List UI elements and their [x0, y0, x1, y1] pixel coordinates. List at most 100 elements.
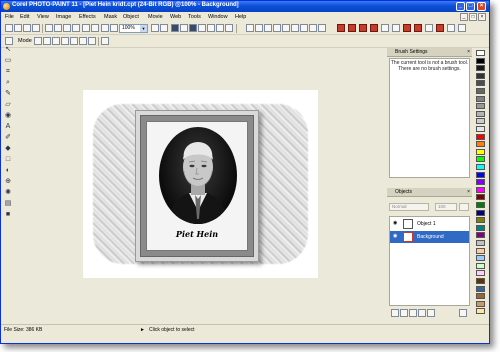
palette-swatch[interactable] [476, 141, 485, 148]
eyedropper-icon[interactable]: ✎ [4, 90, 12, 98]
doc-close-button[interactable]: × [478, 13, 486, 21]
close-icon[interactable]: × [467, 188, 470, 196]
palette-swatch[interactable] [476, 133, 485, 140]
menu-mask[interactable]: Mask [104, 14, 117, 20]
property-tool-icon[interactable] [5, 37, 13, 45]
brush-red-icon[interactable] [348, 24, 356, 32]
new-object-icon[interactable] [391, 309, 399, 317]
clip-mask-icon[interactable] [418, 309, 426, 317]
palette-swatch[interactable] [476, 65, 485, 72]
palette-swatch[interactable] [476, 300, 485, 307]
palette-swatch[interactable] [476, 240, 485, 246]
export-icon[interactable] [110, 24, 118, 32]
skew-icon[interactable] [61, 37, 69, 45]
rotate-icon[interactable] [43, 37, 51, 45]
save-icon[interactable] [23, 24, 31, 32]
palette-swatch[interactable] [476, 270, 485, 277]
paste-as-object-icon[interactable] [72, 24, 80, 32]
objects-list[interactable]: ◉ Object 1 ◉ Background [389, 216, 470, 306]
opacity-field[interactable]: 100 [435, 203, 457, 211]
zoom-icon[interactable]: ⌕ [4, 79, 12, 87]
toolbox-icon-9[interactable] [318, 24, 326, 32]
palette-swatch[interactable] [476, 148, 485, 155]
palette-swatch[interactable] [476, 217, 485, 224]
cut-icon[interactable] [45, 24, 53, 32]
eye-icon[interactable]: ◉ [393, 221, 399, 226]
color-swatch-icon[interactable]: ■ [4, 211, 12, 219]
palette-swatch[interactable] [476, 103, 485, 110]
paint-icon[interactable]: ✐ [4, 134, 12, 142]
lock-icon[interactable] [459, 203, 469, 211]
title-bar[interactable]: Corel PHOTO-PAINT 11 - [Piet Hein kridt.… [1, 1, 489, 12]
zoom-100-icon[interactable] [151, 24, 159, 32]
document-workspace[interactable]: Piet Hein [15, 48, 387, 322]
new-lens-icon[interactable] [400, 309, 408, 317]
palette-swatch[interactable] [476, 202, 485, 208]
delete-object-icon[interactable] [459, 309, 467, 317]
eraser-icon[interactable]: ▱ [4, 101, 12, 109]
application-launcher-icon[interactable] [225, 24, 233, 32]
interactive-fill-icon[interactable]: ▤ [4, 200, 12, 208]
lens-icon[interactable] [198, 24, 206, 32]
image-canvas[interactable]: Piet Hein [83, 90, 318, 278]
shape-icon[interactable]: □ [4, 156, 12, 164]
palette-swatch[interactable] [476, 126, 485, 132]
image-sprayer-icon[interactable]: ✺ [4, 189, 12, 197]
copy-icon[interactable] [54, 24, 62, 32]
combine-icon[interactable] [427, 309, 435, 317]
toolbox-icon-5[interactable] [282, 24, 290, 32]
brush-icon[interactable] [381, 24, 389, 32]
open-folder-icon[interactable] [14, 24, 22, 32]
pick-tool-icon[interactable]: ↖ [4, 46, 12, 54]
brush-icon[interactable] [425, 24, 433, 32]
palette-swatch[interactable] [476, 179, 485, 186]
status-arrow-icon[interactable]: ► [140, 327, 145, 333]
palette-swatch[interactable] [476, 262, 485, 269]
toolbox-icon-2[interactable] [255, 24, 263, 32]
eye-icon[interactable]: ◉ [393, 234, 399, 239]
perspective-icon[interactable] [79, 37, 87, 45]
menu-tools[interactable]: Tools [188, 14, 201, 20]
print-icon[interactable] [32, 24, 40, 32]
move-icon[interactable] [34, 37, 42, 45]
brush-icon[interactable] [447, 24, 455, 32]
menu-file[interactable]: File [5, 14, 14, 20]
palette-swatch[interactable] [476, 118, 485, 125]
menu-window[interactable]: Window [208, 14, 228, 20]
palette-swatch[interactable] [476, 209, 485, 216]
effect-icon[interactable]: ◐ [4, 167, 12, 175]
palette-swatch[interactable] [476, 57, 485, 64]
list-item[interactable]: ◉ Background [390, 231, 469, 243]
palette-swatch[interactable] [476, 308, 485, 315]
list-item[interactable]: ◉ Object 1 [390, 218, 469, 230]
object-properties-icon[interactable] [101, 37, 109, 45]
paste-icon[interactable] [63, 24, 71, 32]
palette-swatch[interactable] [476, 194, 485, 201]
close-icon[interactable]: × [467, 48, 470, 56]
fit-to-window-icon[interactable] [160, 24, 168, 32]
show-mask-icon[interactable] [189, 24, 197, 32]
doc-minimize-button[interactable]: _ [460, 13, 468, 21]
chevron-down-icon[interactable]: ▼ [140, 25, 147, 32]
palette-swatch[interactable] [476, 156, 485, 163]
fill-icon[interactable]: ◆ [4, 145, 12, 153]
menu-movie[interactable]: Movie [148, 14, 163, 20]
palette-swatch[interactable] [476, 247, 485, 254]
menu-image[interactable]: Image [56, 14, 71, 20]
palette-swatch[interactable] [476, 95, 485, 102]
maximize-button[interactable]: □ [466, 2, 475, 11]
rectangle-mask-icon[interactable]: ▭ [4, 57, 12, 65]
palette-swatch[interactable] [476, 50, 485, 56]
palette-swatch[interactable] [476, 232, 485, 239]
palette-swatch[interactable] [476, 293, 485, 300]
brush-icon[interactable] [458, 24, 466, 32]
import-icon[interactable] [101, 24, 109, 32]
menu-edit[interactable]: Edit [20, 14, 29, 20]
zoom-level-select[interactable]: 100% ▼ [119, 24, 148, 33]
toolbox-icon-6[interactable] [291, 24, 299, 32]
objects-header[interactable]: Objects × [387, 188, 472, 197]
palette-swatch[interactable] [476, 285, 485, 292]
toolbox-icon-1[interactable] [246, 24, 254, 32]
new-file-icon[interactable] [5, 24, 13, 32]
create-mask-icon[interactable] [409, 309, 417, 317]
